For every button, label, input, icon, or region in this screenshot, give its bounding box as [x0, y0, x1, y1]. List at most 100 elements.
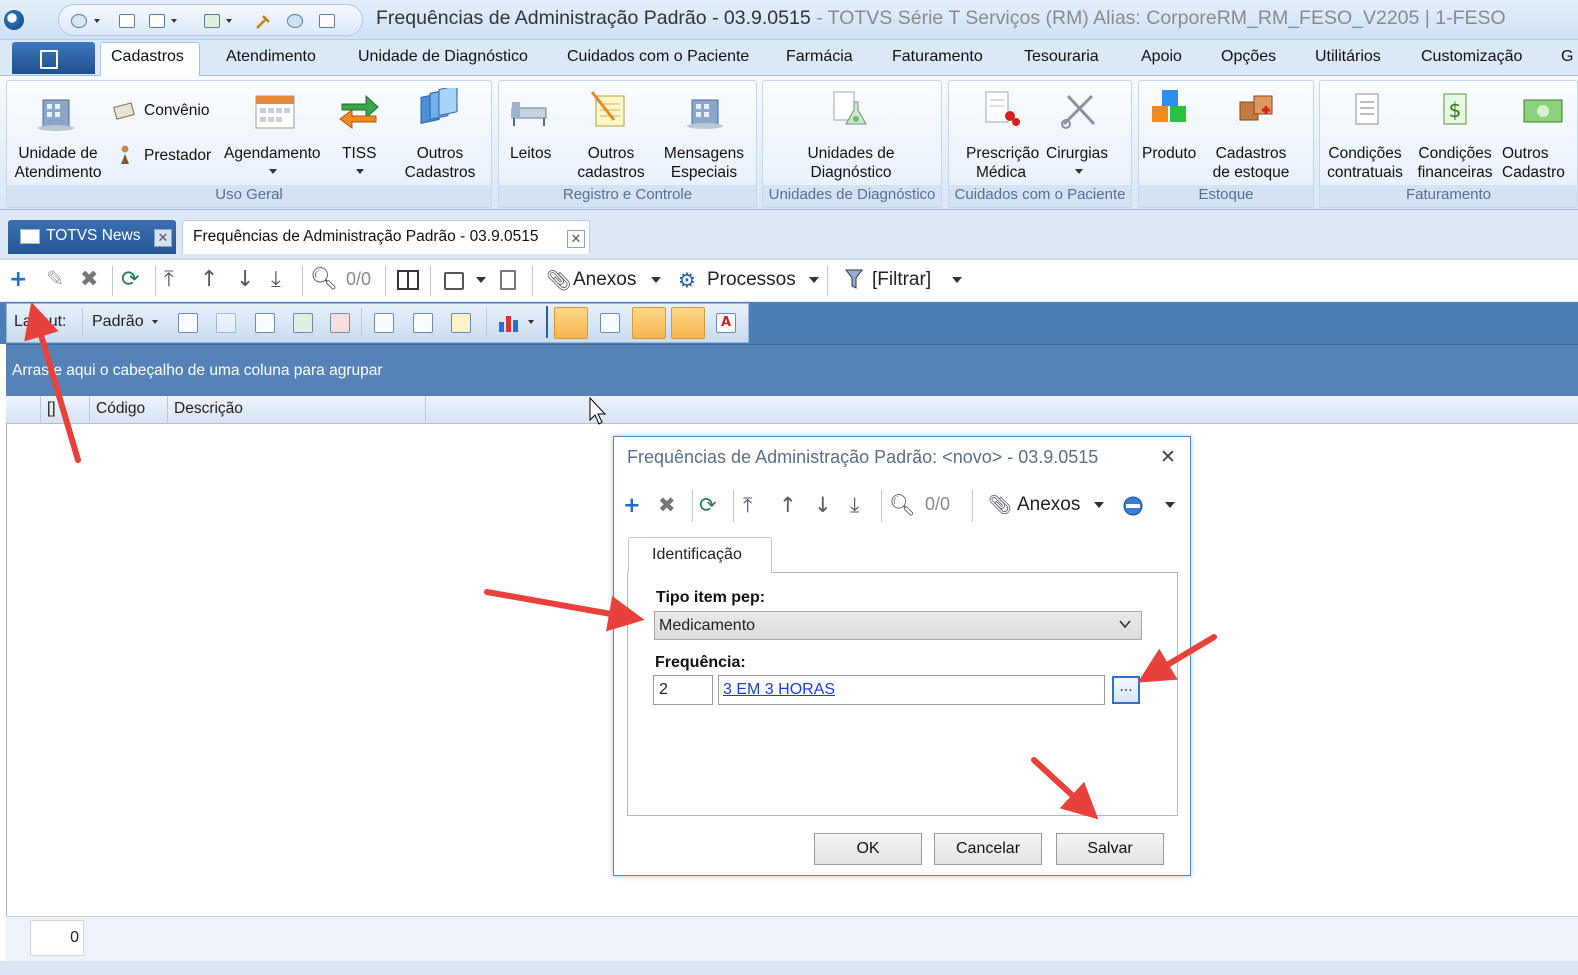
menu-tab-unidade-diagnostico[interactable]: Unidade de Diagnóstico	[358, 48, 528, 66]
view-group-icon[interactable]	[554, 307, 588, 339]
previous-record-icon[interactable]: ↑	[779, 493, 797, 517]
ribbon-tiss[interactable]: TISS	[342, 144, 376, 163]
ribbon-mensagens-especiais[interactable]: Mensagens Especiais	[662, 144, 746, 182]
view-header-icon[interactable]	[671, 307, 705, 339]
menu-tab-cuidados-paciente[interactable]: Cuidados com o Paciente	[567, 48, 749, 66]
chevron-down-icon[interactable]	[651, 277, 661, 283]
globe-icon[interactable]	[71, 14, 87, 28]
sigma-icon[interactable]	[413, 313, 433, 333]
process-icon[interactable]	[1122, 495, 1144, 517]
tools-icon[interactable]	[255, 14, 271, 29]
chart-icon[interactable]	[497, 312, 523, 334]
last-record-icon[interactable]: ⤓	[271, 268, 281, 292]
chevron-down-icon[interactable]	[152, 320, 158, 324]
highlight-icon[interactable]	[451, 313, 471, 333]
ribbon-cirurgias[interactable]: Cirurgias	[1046, 144, 1108, 163]
layout-select[interactable]: Padrão	[92, 313, 144, 331]
chevron-down-icon[interactable]	[1075, 169, 1083, 174]
ribbon-condicoes-contratuais[interactable]: Condições contratuais	[1324, 144, 1406, 182]
close-icon[interactable]: ✕	[567, 230, 585, 248]
chevron-down-icon[interactable]	[1165, 502, 1175, 508]
column-header-codigo[interactable]: Código	[90, 396, 168, 424]
ribbon-outros-cadastros[interactable]: Outros Cadastros	[395, 144, 485, 182]
frequencia-description-link[interactable]: 3 EM 3 HORAS	[718, 675, 1105, 705]
close-icon[interactable]: ✕	[154, 229, 172, 247]
save-layout-icon[interactable]	[178, 313, 198, 333]
dialog-close-icon[interactable]: ✕	[1160, 446, 1176, 468]
search-icon[interactable]: 🔍︎	[889, 493, 916, 517]
save-button[interactable]: Salvar	[1056, 833, 1164, 865]
first-record-icon[interactable]: ⤒	[164, 268, 174, 292]
column-header-checkbox[interactable]: []	[41, 396, 90, 424]
columns-icon[interactable]	[397, 270, 419, 290]
anexos-button[interactable]: Anexos	[573, 269, 636, 291]
frequencia-lookup-button[interactable]: ...	[1112, 676, 1140, 704]
font-icon[interactable]: A	[716, 313, 736, 333]
chevron-down-icon[interactable]	[1118, 617, 1132, 631]
ribbon-unidades-diagnostico[interactable]: Unidades de Diagnóstico	[796, 144, 906, 182]
chevron-down-icon[interactable]	[476, 277, 486, 283]
frequencia-code-field[interactable]: 2	[653, 675, 713, 705]
report-icon[interactable]	[500, 270, 516, 290]
menu-tab-farmacia[interactable]: Farmácia	[786, 48, 853, 66]
add-icon[interactable]: +	[9, 268, 27, 292]
ok-button[interactable]: OK	[814, 833, 922, 865]
ribbon-leitos[interactable]: Leitos	[510, 144, 551, 163]
tab-frequencias[interactable]: Frequências de Administração Padrão - 03…	[182, 220, 590, 254]
menu-tab-cadastros[interactable]: Cadastros	[111, 48, 184, 66]
chevron-down-icon[interactable]	[226, 19, 232, 23]
tipo-item-select[interactable]: Medicamento	[654, 611, 1142, 640]
view-footer-icon[interactable]	[632, 307, 666, 339]
copy-icon[interactable]	[319, 14, 335, 28]
delete-icon[interactable]: ✖	[80, 268, 98, 292]
cancel-button[interactable]: Cancelar	[934, 833, 1042, 865]
app-orb-icon[interactable]	[4, 10, 24, 30]
chevron-down-icon[interactable]	[171, 19, 177, 23]
menu-tab-opcoes[interactable]: Opções	[1221, 48, 1276, 66]
delete-icon[interactable]: ✖	[658, 493, 676, 517]
menu-tab-apoio[interactable]: Apoio	[1141, 48, 1182, 66]
processos-button[interactable]: Processos	[707, 269, 796, 291]
tab-totvs-news[interactable]: TOTVS News ✕	[8, 220, 176, 254]
next-record-icon[interactable]: ↓	[814, 493, 832, 517]
ribbon-outros-cadastro-faturamento[interactable]: Outros Cadastro	[1502, 144, 1578, 182]
ribbon-agendamento[interactable]: Agendamento	[224, 144, 321, 163]
ribbon-cadastros-estoque[interactable]: Cadastros de estoque	[1208, 144, 1294, 182]
add-icon[interactable]: +	[623, 493, 641, 517]
ribbon-convenio[interactable]: Convênio	[144, 101, 210, 120]
first-record-icon[interactable]: ⤒	[743, 493, 752, 517]
menu-tab-customizacao[interactable]: Customização	[1421, 48, 1522, 66]
menu-tab-g[interactable]: G	[1561, 48, 1573, 66]
export-layout-icon[interactable]	[330, 313, 350, 333]
chevron-down-icon[interactable]	[952, 277, 962, 283]
ribbon-prestador[interactable]: Prestador	[144, 146, 211, 165]
menu-tab-faturamento[interactable]: Faturamento	[892, 48, 983, 66]
chevron-down-icon[interactable]	[809, 277, 819, 283]
search-icon[interactable]: 🔍︎	[310, 268, 338, 292]
filter-button[interactable]: [Filtrar]	[872, 269, 931, 291]
tab-identificacao[interactable]: Identificação	[628, 537, 772, 573]
ribbon-unidade-atendimento[interactable]: Unidade de Atendimento	[12, 144, 104, 182]
last-record-icon[interactable]: ⤓	[850, 493, 859, 517]
edit-pencil-icon[interactable]: ✎	[46, 268, 64, 292]
dialog-anexos-button[interactable]: Anexos	[1017, 494, 1080, 516]
chevron-down-icon[interactable]	[528, 320, 534, 324]
import-layout-icon[interactable]	[293, 313, 313, 333]
grid-layout-icon[interactable]	[255, 313, 275, 333]
next-record-icon[interactable]: ↓	[236, 268, 254, 292]
export-window-icon[interactable]	[444, 272, 464, 290]
previous-record-icon[interactable]: ↑	[200, 268, 218, 292]
chevron-down-icon[interactable]	[1094, 502, 1104, 508]
ribbon-condicoes-financeiras[interactable]: Condições financeiras	[1414, 144, 1496, 182]
help-globe-icon[interactable]	[287, 14, 303, 28]
export-icon[interactable]	[204, 14, 220, 28]
chevron-down-icon[interactable]	[94, 19, 100, 23]
menu-tab-tesouraria[interactable]: Tesouraria	[1024, 48, 1099, 66]
column-header-descricao[interactable]: Descrição	[168, 396, 426, 424]
refresh-icon[interactable]: ⟳	[699, 493, 717, 517]
ribbon-prescricao-medica[interactable]: Prescrição Médica	[966, 144, 1039, 182]
ribbon-produto[interactable]: Produto	[1142, 144, 1196, 163]
window-icon[interactable]	[149, 14, 165, 28]
ribbon-outros-cadastros-registro[interactable]: Outros cadastros	[576, 144, 646, 182]
monitor-icon[interactable]	[119, 14, 135, 28]
